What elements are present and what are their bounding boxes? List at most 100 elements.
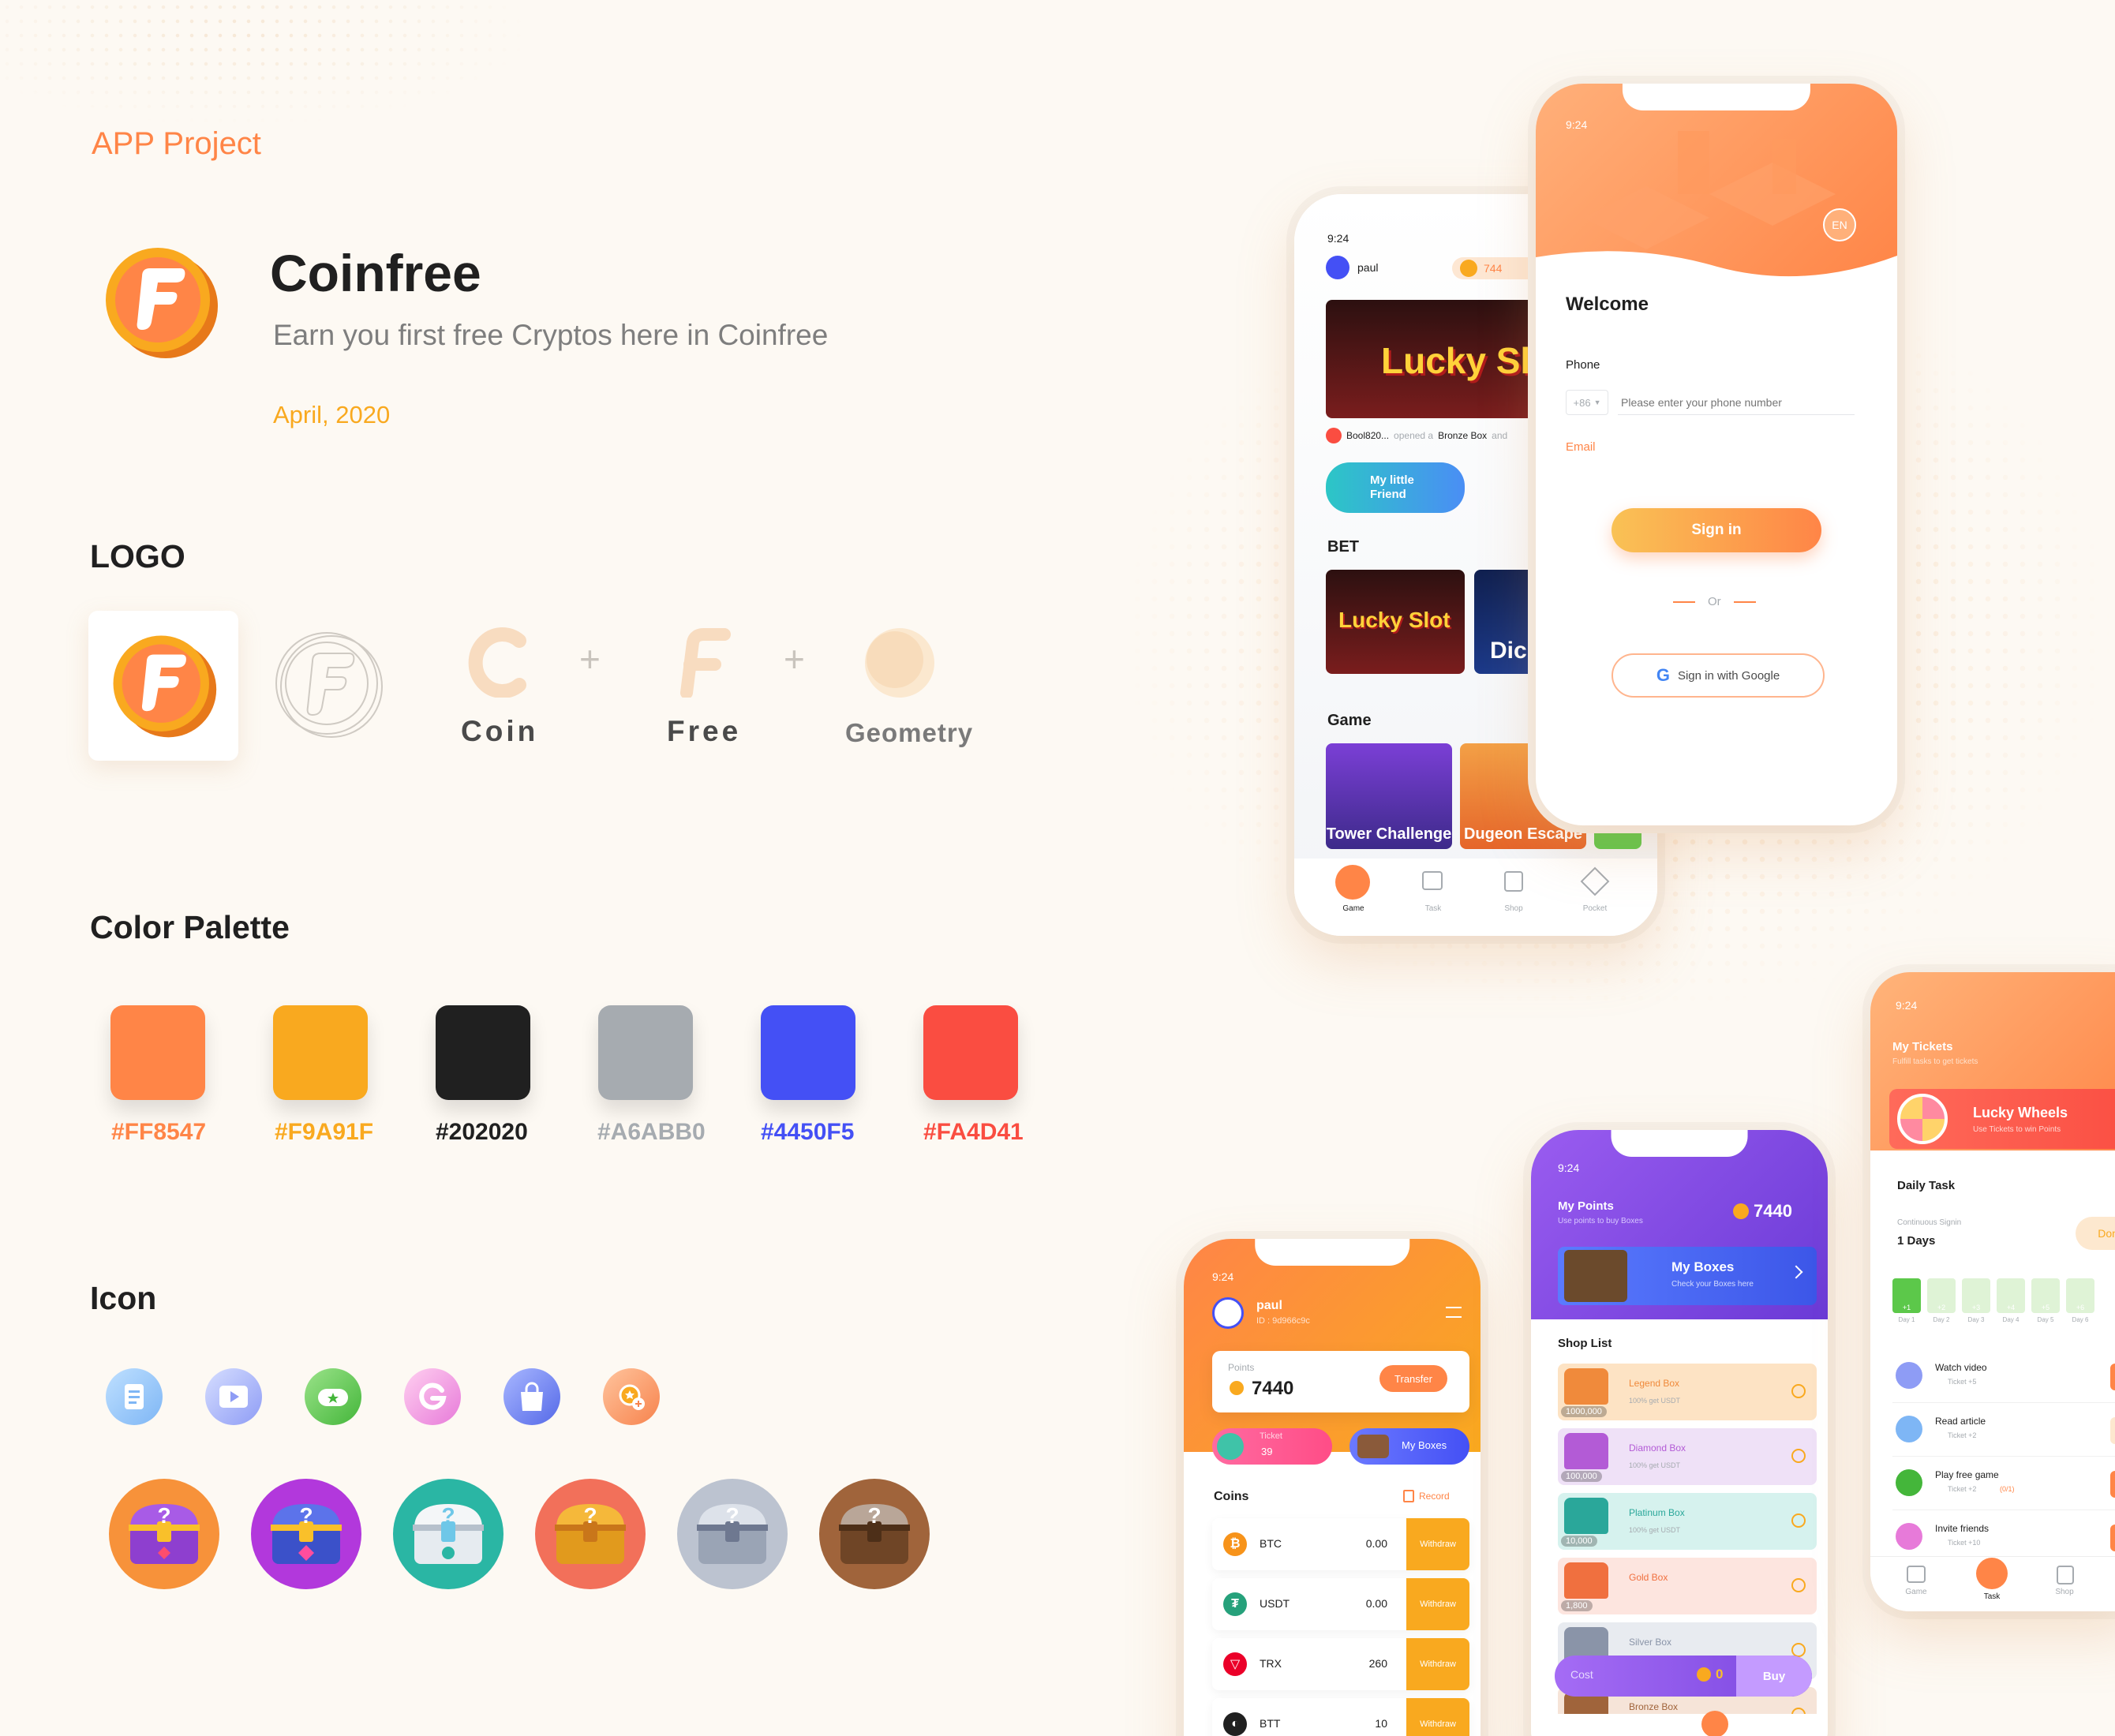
nav-pocket[interactable]: Pocket bbox=[1571, 904, 1619, 913]
avatar[interactable] bbox=[1212, 1297, 1244, 1329]
avatar[interactable] bbox=[1326, 256, 1349, 279]
withdraw-button[interactable]: Withdraw bbox=[1406, 1698, 1469, 1736]
project-tag: APP Project bbox=[92, 126, 261, 161]
svg-text:?: ? bbox=[583, 1503, 597, 1528]
svg-text:?: ? bbox=[157, 1503, 170, 1528]
login-header-illustration bbox=[1536, 84, 1897, 281]
menu-icon[interactable] bbox=[1446, 1307, 1462, 1318]
day-reward-tile: +1 bbox=[1892, 1278, 1921, 1313]
game-card-partial[interactable] bbox=[1594, 822, 1641, 849]
ticket-label: Ticket bbox=[1260, 1431, 1282, 1441]
bet-card-lucky-slot[interactable]: Lucky Slot bbox=[1326, 570, 1465, 674]
free-f-shape-icon bbox=[680, 628, 731, 698]
concept-free: Free bbox=[667, 715, 742, 747]
coin-list: ₿ BTC 0.00 Withdraw ₮ USDT 0.00 Withdraw ▽ TRX 260… bbox=[1212, 1518, 1469, 1736]
buy-button[interactable]: Buy bbox=[1736, 1656, 1812, 1697]
task-name: Invite friends bbox=[1935, 1523, 1990, 1534]
nav-shop[interactable]: Shop bbox=[1490, 904, 1537, 913]
shop-box-row[interactable]: 1,800 Gold Box bbox=[1558, 1558, 1817, 1614]
feed-avatar bbox=[1326, 428, 1342, 443]
feed-action: opened a bbox=[1394, 430, 1434, 441]
logo-outline-icon bbox=[275, 632, 383, 738]
shop-box-row[interactable]: 10,000 Platinum Box 100% get USDT bbox=[1558, 1493, 1817, 1550]
nav-shop-icon[interactable] bbox=[2057, 1566, 2074, 1584]
day-reward-tile: +2 bbox=[1927, 1278, 1956, 1313]
record-link[interactable]: Record bbox=[1403, 1490, 1450, 1502]
google-sign-in-button[interactable]: G Sign in with Google bbox=[1612, 653, 1825, 698]
box-name: Silver Box bbox=[1629, 1637, 1672, 1648]
nav-game-icon[interactable] bbox=[1907, 1566, 1926, 1583]
withdraw-button[interactable]: Withdraw bbox=[1406, 1638, 1469, 1690]
signin-day: +2 Day 2 bbox=[1927, 1278, 1956, 1323]
box-price: 1,800 bbox=[1561, 1600, 1593, 1611]
signin-day: +3 Day 3 bbox=[1962, 1278, 1990, 1323]
nav-task-icon[interactable] bbox=[1422, 871, 1443, 890]
user-id: ID : 9d966c9c bbox=[1256, 1316, 1310, 1326]
withdraw-button[interactable]: Withdraw bbox=[1406, 1518, 1469, 1570]
shop-box-row[interactable]: 1000,000 Legend Box 100% get USDT bbox=[1558, 1364, 1817, 1420]
task-reward: Ticket +2 bbox=[1948, 1431, 1977, 1439]
google-icon bbox=[404, 1368, 461, 1425]
svg-text:?: ? bbox=[725, 1503, 739, 1528]
task-action-button[interactable]: Watc bbox=[2110, 1364, 2115, 1390]
phone-tasks: 9:24 My Tickets Fulfill tasks to get tic… bbox=[1870, 972, 2115, 1611]
icon-section-title: Icon bbox=[90, 1280, 157, 1316]
add-icon[interactable] bbox=[1791, 1513, 1806, 1528]
task-action-button[interactable]: Don bbox=[2110, 1417, 2115, 1444]
box-name: Platinum Box bbox=[1629, 1507, 1685, 1518]
geometry-circle-icon bbox=[865, 628, 934, 698]
svg-text:?: ? bbox=[441, 1503, 455, 1528]
add-icon[interactable] bbox=[1791, 1449, 1806, 1463]
my-boxes-pill[interactable]: My Boxes bbox=[1349, 1428, 1469, 1465]
withdraw-button[interactable]: Withdraw bbox=[1406, 1578, 1469, 1630]
swatch-label-yellow: #F9A91F bbox=[275, 1119, 374, 1145]
nav-game[interactable]: Game bbox=[1330, 904, 1377, 913]
add-icon[interactable] bbox=[1791, 1578, 1806, 1592]
task-list: Watch video Ticket +5 Watc Read article Tick… bbox=[1892, 1351, 2115, 1566]
phone-input[interactable] bbox=[1618, 390, 1855, 415]
lucky-wheels-card[interactable]: Lucky Wheels Use Tickets to win Points bbox=[1889, 1089, 2115, 1149]
nav-task[interactable]: Task bbox=[1409, 904, 1457, 913]
email-tab[interactable]: Email bbox=[1566, 440, 1596, 454]
shop-box-row[interactable]: 100,000 Diamond Box 100% get USDT bbox=[1558, 1428, 1817, 1485]
my-boxes-card[interactable]: My Boxes Check your Boxes here bbox=[1558, 1247, 1817, 1305]
nav-task-icon[interactable] bbox=[1976, 1558, 2008, 1589]
box-icon bbox=[1564, 1250, 1627, 1302]
add-icon[interactable] bbox=[1791, 1384, 1806, 1398]
nav-shop-icon[interactable] bbox=[1701, 1711, 1728, 1736]
nav-task[interactable]: Task bbox=[1968, 1592, 2016, 1601]
swatch-red bbox=[923, 1005, 1018, 1100]
svg-text:?: ? bbox=[299, 1503, 313, 1528]
signin-day: +4 Day 4 bbox=[1997, 1278, 2025, 1323]
banner-title: Lucky Sl bbox=[1381, 340, 1531, 381]
game-card-tower-challenge[interactable]: Tower Challenge bbox=[1326, 743, 1452, 849]
task-icon bbox=[1896, 1469, 1922, 1496]
phone-label: Phone bbox=[1566, 358, 1600, 372]
signin-days: 1 Days bbox=[1897, 1234, 1936, 1248]
box-icon bbox=[1357, 1435, 1389, 1458]
language-switch[interactable]: EN bbox=[1823, 208, 1856, 241]
signin-done-button[interactable]: Done bbox=[2076, 1217, 2115, 1250]
ticket-count: 39 bbox=[1261, 1446, 1273, 1457]
nav-game[interactable]: Game bbox=[1892, 1588, 1940, 1596]
nav-shop-icon[interactable] bbox=[1504, 871, 1523, 892]
my-little-friend-banner[interactable]: My little Friend bbox=[1326, 462, 1465, 513]
or-divider: Or bbox=[1708, 595, 1721, 608]
transfer-button[interactable]: Transfer bbox=[1379, 1365, 1447, 1392]
country-code-select[interactable]: +86 ▼ bbox=[1566, 390, 1608, 415]
ticket-pill[interactable]: Ticket 39 bbox=[1212, 1428, 1332, 1465]
task-name: Watch video bbox=[1935, 1362, 1987, 1373]
box-name: Bronze Box bbox=[1629, 1701, 1679, 1712]
task-action-button[interactable]: Go bbox=[2110, 1525, 2115, 1551]
nav-shop[interactable]: Shop bbox=[2041, 1588, 2088, 1596]
coin-exchange-icon bbox=[603, 1368, 660, 1425]
task-reward: Ticket +2 bbox=[1948, 1485, 1977, 1493]
record-icon bbox=[1403, 1490, 1414, 1502]
nav-game-icon[interactable] bbox=[1335, 865, 1370, 900]
coin-icon bbox=[1697, 1667, 1711, 1682]
sign-in-button[interactable]: Sign in bbox=[1612, 508, 1821, 552]
points-card: Points 7440 Transfer bbox=[1212, 1351, 1469, 1412]
task-action-button[interactable]: Go bbox=[2110, 1471, 2115, 1498]
gold-chest-icon: ? bbox=[535, 1479, 646, 1589]
coin-c-shape-icon bbox=[468, 627, 526, 698]
